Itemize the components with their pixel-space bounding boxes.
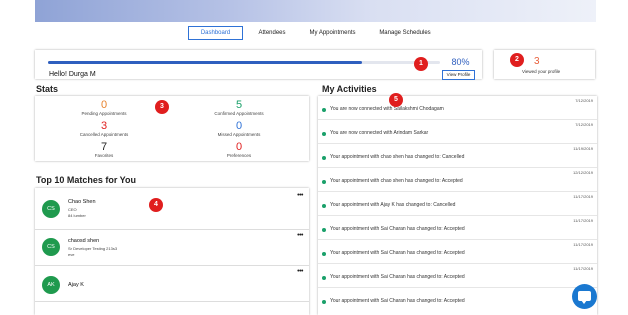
- avatar: AK: [42, 276, 60, 294]
- activity-text: You are now connected with Arindam Sarka…: [330, 130, 429, 136]
- greeting: Hello! Durga M: [49, 71, 96, 78]
- status-dot: [322, 132, 326, 136]
- stat-label: Pending Appointments: [81, 111, 127, 116]
- annotation-badge-4: 4: [149, 198, 163, 212]
- status-dot: [322, 204, 326, 208]
- activity-item: Your appointment with Sai Charan has cha…: [318, 240, 597, 264]
- annotation-badge-2: 2: [510, 53, 524, 67]
- profile-progress-fill: [48, 61, 362, 64]
- match-company: 84 lumber: [68, 213, 86, 218]
- activity-date: 7/12/2019: [575, 98, 593, 103]
- annotation-badge-5: 5: [389, 93, 403, 107]
- stat-label: Favorites: [94, 153, 114, 158]
- match-name[interactable]: Ajay K: [68, 282, 84, 288]
- activity-date: 11/17/2019: [573, 218, 593, 223]
- tab-dashboard[interactable]: Dashboard: [188, 26, 243, 40]
- stat-value: 7: [100, 141, 108, 153]
- stats-title: Stats: [36, 84, 59, 94]
- nav-tabs: Dashboard Attendees My Appointments Mana…: [0, 26, 628, 40]
- tab-manage-schedules[interactable]: Manage Schedules: [374, 26, 436, 40]
- activities-card: You are now connected with Sailakshmi Ch…: [318, 96, 597, 315]
- activity-text: Your appointment with Sai Charan has cha…: [330, 274, 465, 280]
- annotation-badge-1: 1: [414, 57, 428, 71]
- activity-item: You are now connected with Sailakshmi Ch…: [318, 96, 597, 120]
- stat-value: 3: [100, 120, 108, 132]
- activities-title: My Activities: [322, 84, 377, 94]
- status-dot: [322, 276, 326, 280]
- activity-text: Your appointment with chao shen has chan…: [330, 178, 463, 184]
- activity-item: You are now connected with Arindam Sarka…: [318, 120, 597, 144]
- status-dot: [322, 252, 326, 256]
- annotation-badge-3: 3: [155, 100, 169, 114]
- stat-confirmed: 5 Confirmed Appointments: [199, 99, 279, 116]
- match-title: CEO: [68, 207, 77, 212]
- activity-date: 11/17/2019: [573, 266, 593, 271]
- activity-date: 11/17/2019: [573, 194, 593, 199]
- activity-item: Your appointment with Ajay K has changed…: [318, 192, 597, 216]
- status-dot: [322, 180, 326, 184]
- matches-title: Top 10 Matches for You: [36, 175, 137, 185]
- viewed-profile-card: 3 Viewed your profile: [494, 50, 595, 79]
- status-dot: [322, 156, 326, 160]
- activity-text: Your appointment with Sai Charan has cha…: [330, 226, 465, 232]
- more-options-icon[interactable]: •••: [297, 232, 303, 239]
- activity-text: Your appointment with Sai Charan has cha…: [330, 298, 465, 304]
- match-item[interactable]: AK Ajay K •••: [35, 266, 309, 302]
- chat-bubble-tail: [581, 300, 587, 304]
- matches-card: CS Chao Shen CEO 84 lumber ••• CS chaosd…: [35, 188, 309, 315]
- more-options-icon[interactable]: •••: [297, 192, 303, 199]
- viewed-count: 3: [534, 56, 540, 67]
- match-name[interactable]: Chao Shen: [68, 199, 96, 205]
- stat-value: 0: [235, 120, 243, 132]
- activity-date: 7/12/2019: [575, 122, 593, 127]
- stat-cancelled: 3 Cancelled Appointments: [64, 120, 144, 137]
- stat-value: 0: [235, 141, 243, 153]
- tab-attendees[interactable]: Attendees: [252, 26, 292, 40]
- match-title: Sr Developer Testing 213s3: [68, 246, 118, 251]
- match-item[interactable]: CS chaosd shen Sr Developer Testing 213s…: [35, 230, 309, 266]
- activity-text: Your appointment with Sai Charan has cha…: [330, 250, 465, 256]
- activity-item: Your appointment with chao shen has chan…: [318, 144, 597, 168]
- status-dot: [322, 228, 326, 232]
- profile-completion-percent: 80%: [451, 57, 470, 67]
- match-item[interactable]: CS Chao Shen CEO 84 lumber •••: [35, 188, 309, 230]
- activity-item: Your appointment with Sai Charan has cha…: [318, 288, 597, 312]
- stat-pending: 0 Pending Appointments: [64, 99, 144, 116]
- stats-card: 0 Pending Appointments 5 Confirmed Appoi…: [35, 96, 309, 161]
- view-profile-button[interactable]: View Profile: [442, 70, 475, 80]
- activity-date: 12/12/2019: [572, 170, 593, 175]
- activity-text: You are now connected with Sailakshmi Ch…: [330, 106, 444, 112]
- activity-item: Your appointment with chao shen has chan…: [318, 168, 597, 192]
- activity-item: Your appointment with Sai Charan has cha…: [318, 216, 597, 240]
- viewed-label: Viewed your profile: [522, 69, 561, 74]
- activity-text: Your appointment with chao shen has chan…: [330, 154, 465, 160]
- avatar: CS: [42, 200, 60, 218]
- match-company: eve: [68, 252, 75, 257]
- stat-value: 0: [100, 99, 108, 111]
- stat-missed: 0 Missed Appointments: [199, 120, 279, 137]
- tab-my-appointments[interactable]: My Appointments: [305, 26, 360, 40]
- match-name[interactable]: chaosd shen: [68, 238, 99, 244]
- stat-value: 5: [235, 99, 243, 111]
- activity-date: 11/17/2019: [573, 242, 593, 247]
- stat-label: Cancelled Appointments: [79, 132, 129, 137]
- avatar: CS: [42, 238, 60, 256]
- status-dot: [322, 300, 326, 304]
- activity-text: Your appointment with Ajay K has changed…: [330, 202, 456, 208]
- profile-progress-bar: [48, 61, 440, 64]
- activity-date: 11/19/2019: [573, 146, 593, 151]
- stat-preferences: 0 Preferences: [199, 141, 279, 158]
- activity-item: Your appointment with Sai Charan has cha…: [318, 264, 597, 288]
- stat-label: Confirmed Appointments: [214, 111, 264, 116]
- stat-label: Missed Appointments: [217, 132, 261, 137]
- status-dot: [322, 108, 326, 112]
- more-options-icon[interactable]: •••: [297, 268, 303, 275]
- header-banner: [35, 0, 596, 22]
- stat-label: Preferences: [226, 153, 252, 158]
- stat-favorites: 7 Favorites: [64, 141, 144, 158]
- chat-button[interactable]: [572, 284, 597, 309]
